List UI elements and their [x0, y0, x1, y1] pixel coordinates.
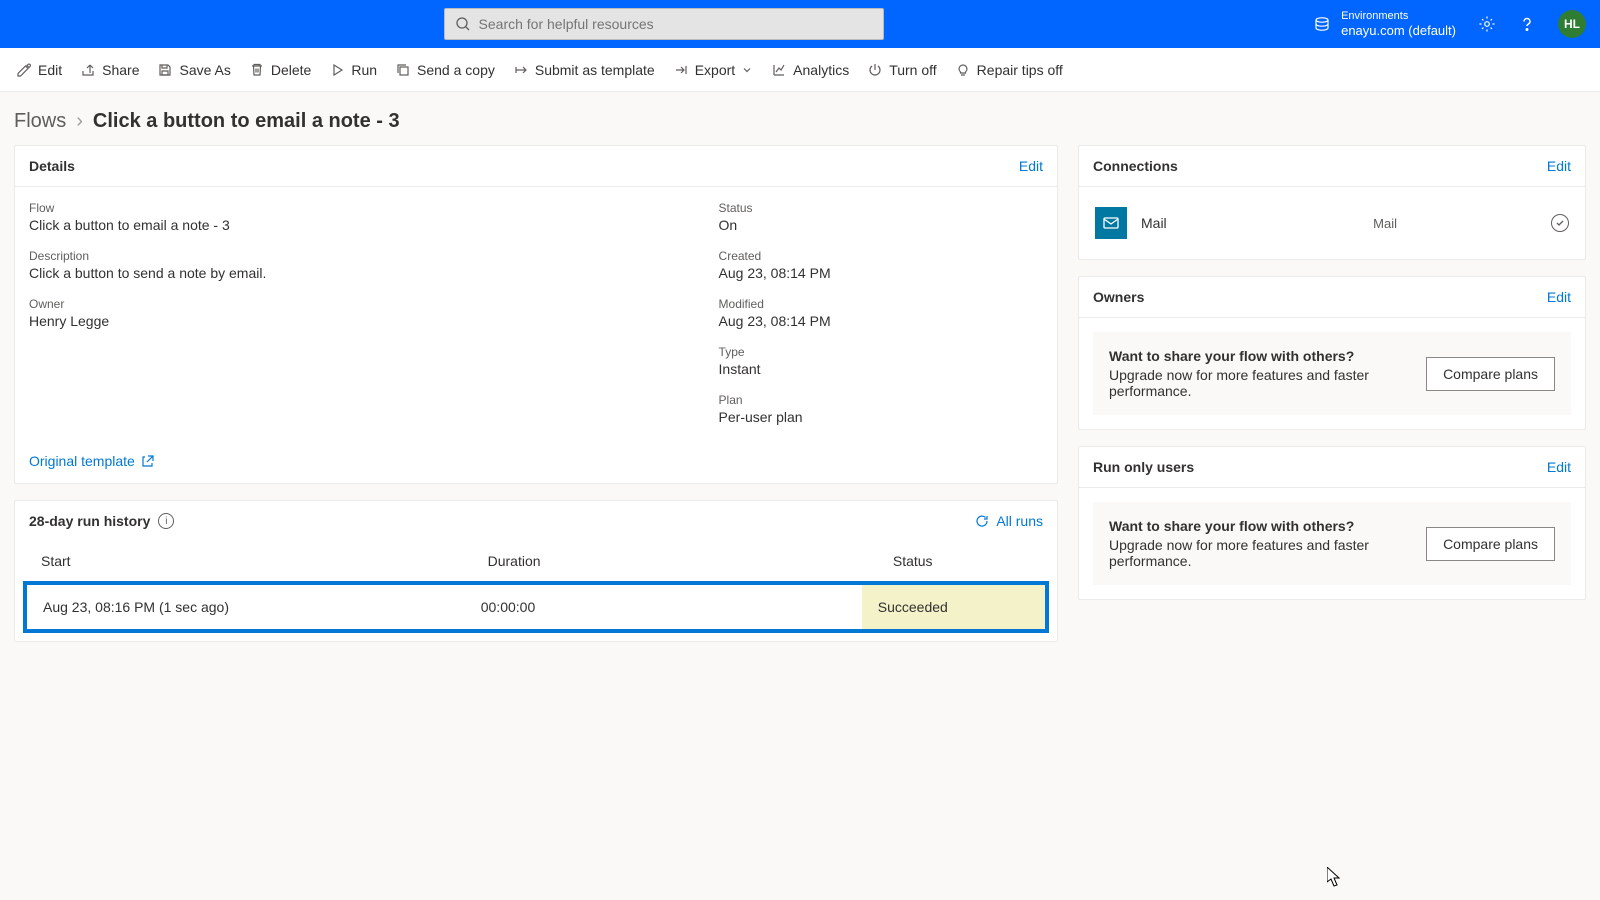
search-container: [14, 8, 1313, 40]
edit-button[interactable]: Edit: [14, 58, 64, 82]
submit-template-button[interactable]: Submit as template: [511, 58, 657, 82]
details-title: Details: [29, 158, 75, 174]
flow-value: Click a button to email a note - 3: [29, 217, 719, 233]
promo-title: Want to share your flow with others?: [1109, 348, 1410, 364]
run-only-users-card: Run only users Edit Want to share your f…: [1078, 446, 1586, 600]
environment-label: Environments: [1341, 10, 1456, 23]
user-avatar[interactable]: HL: [1558, 10, 1586, 38]
run-button[interactable]: Run: [327, 58, 379, 82]
connection-type: Mail: [1373, 216, 1397, 231]
breadcrumb: Flows › Click a button to email a note -…: [0, 92, 1600, 145]
header-right: Environments enayu.com (default) HL: [1313, 10, 1586, 39]
created-label: Created: [719, 249, 1043, 263]
environment-value: enayu.com (default): [1341, 23, 1456, 39]
created-value: Aug 23, 08:14 PM: [719, 265, 1043, 281]
type-value: Instant: [719, 361, 1043, 377]
send-copy-button[interactable]: Send a copy: [393, 58, 497, 82]
modified-value: Aug 23, 08:14 PM: [719, 313, 1043, 329]
owners-edit-button[interactable]: Edit: [1547, 289, 1571, 305]
environment-picker[interactable]: Environments enayu.com (default): [1313, 10, 1456, 39]
connection-row[interactable]: Mail Mail: [1093, 201, 1571, 245]
run-duration: 00:00:00: [465, 585, 862, 629]
compare-plans-button-2[interactable]: Compare plans: [1426, 527, 1555, 561]
all-runs-button[interactable]: All runs: [974, 513, 1043, 529]
plan-value: Per-user plan: [719, 409, 1043, 425]
owners-card: Owners Edit Want to share your flow with…: [1078, 276, 1586, 430]
app-header: Environments enayu.com (default) HL: [0, 0, 1600, 48]
search-icon: [455, 16, 471, 32]
connection-name: Mail: [1141, 215, 1359, 231]
open-new-window-icon: [141, 454, 155, 468]
col-start: Start: [17, 543, 462, 579]
run-history-title: 28-day run history: [29, 513, 150, 529]
connections-title: Connections: [1093, 158, 1178, 174]
chevron-right-icon: ›: [76, 110, 83, 133]
run-history-card: 28-day run history i All runs Start Dura…: [14, 500, 1058, 642]
status-label: Status: [719, 201, 1043, 215]
turn-off-button[interactable]: Turn off: [865, 58, 938, 82]
owner-value: Henry Legge: [29, 313, 719, 329]
breadcrumb-current: Click a button to email a note - 3: [93, 110, 400, 133]
run-history-row[interactable]: Aug 23, 08:16 PM (1 sec ago) 00:00:00 Su…: [23, 581, 1049, 633]
details-card: Details Edit Flow Click a button to email…: [14, 145, 1058, 484]
run-start: Aug 23, 08:16 PM (1 sec ago): [27, 585, 465, 629]
col-status: Status: [869, 543, 1055, 579]
type-label: Type: [719, 345, 1043, 359]
modified-label: Modified: [719, 297, 1043, 311]
promo-title-2: Want to share your flow with others?: [1109, 518, 1410, 534]
plan-label: Plan: [719, 393, 1043, 407]
run-only-promo: Want to share your flow with others? Upg…: [1093, 502, 1571, 585]
run-only-title: Run only users: [1093, 459, 1194, 475]
connections-card: Connections Edit Mail Mail: [1078, 145, 1586, 260]
cursor-icon: [1327, 867, 1343, 887]
check-icon: [1551, 214, 1569, 232]
search-box[interactable]: [444, 8, 884, 40]
status-value: On: [719, 217, 1043, 233]
promo-body: Upgrade now for more features and faster…: [1109, 367, 1410, 399]
run-status: Succeeded: [862, 585, 1045, 629]
flow-label: Flow: [29, 201, 719, 215]
help-icon[interactable]: [1518, 15, 1536, 33]
owner-label: Owner: [29, 297, 719, 311]
description-label: Description: [29, 249, 719, 263]
description-value: Click a button to send a note by email.: [29, 265, 719, 281]
command-bar: Edit Share Save As Delete Run Send a cop…: [0, 48, 1600, 92]
mail-icon: [1095, 207, 1127, 239]
settings-icon[interactable]: [1478, 15, 1496, 33]
owners-title: Owners: [1093, 289, 1144, 305]
col-duration: Duration: [464, 543, 867, 579]
save-as-button[interactable]: Save As: [155, 58, 232, 82]
info-icon[interactable]: i: [158, 513, 174, 529]
export-button[interactable]: Export: [671, 58, 755, 82]
original-template-link[interactable]: Original template: [15, 439, 169, 483]
promo-body-2: Upgrade now for more features and faster…: [1109, 537, 1410, 569]
run-only-edit-button[interactable]: Edit: [1547, 459, 1571, 475]
refresh-icon: [974, 513, 990, 529]
search-input[interactable]: [479, 16, 873, 32]
repair-tips-button[interactable]: Repair tips off: [953, 58, 1065, 82]
environment-icon: [1313, 15, 1331, 33]
share-button[interactable]: Share: [78, 58, 141, 82]
breadcrumb-root[interactable]: Flows: [14, 110, 66, 133]
delete-button[interactable]: Delete: [247, 58, 313, 82]
compare-plans-button[interactable]: Compare plans: [1426, 357, 1555, 391]
run-history-table: Start Duration Status: [15, 541, 1057, 581]
owners-promo: Want to share your flow with others? Upg…: [1093, 332, 1571, 415]
analytics-button[interactable]: Analytics: [769, 58, 851, 82]
chevron-down-icon: [741, 64, 753, 76]
connections-edit-button[interactable]: Edit: [1547, 158, 1571, 174]
details-edit-button[interactable]: Edit: [1019, 158, 1043, 174]
